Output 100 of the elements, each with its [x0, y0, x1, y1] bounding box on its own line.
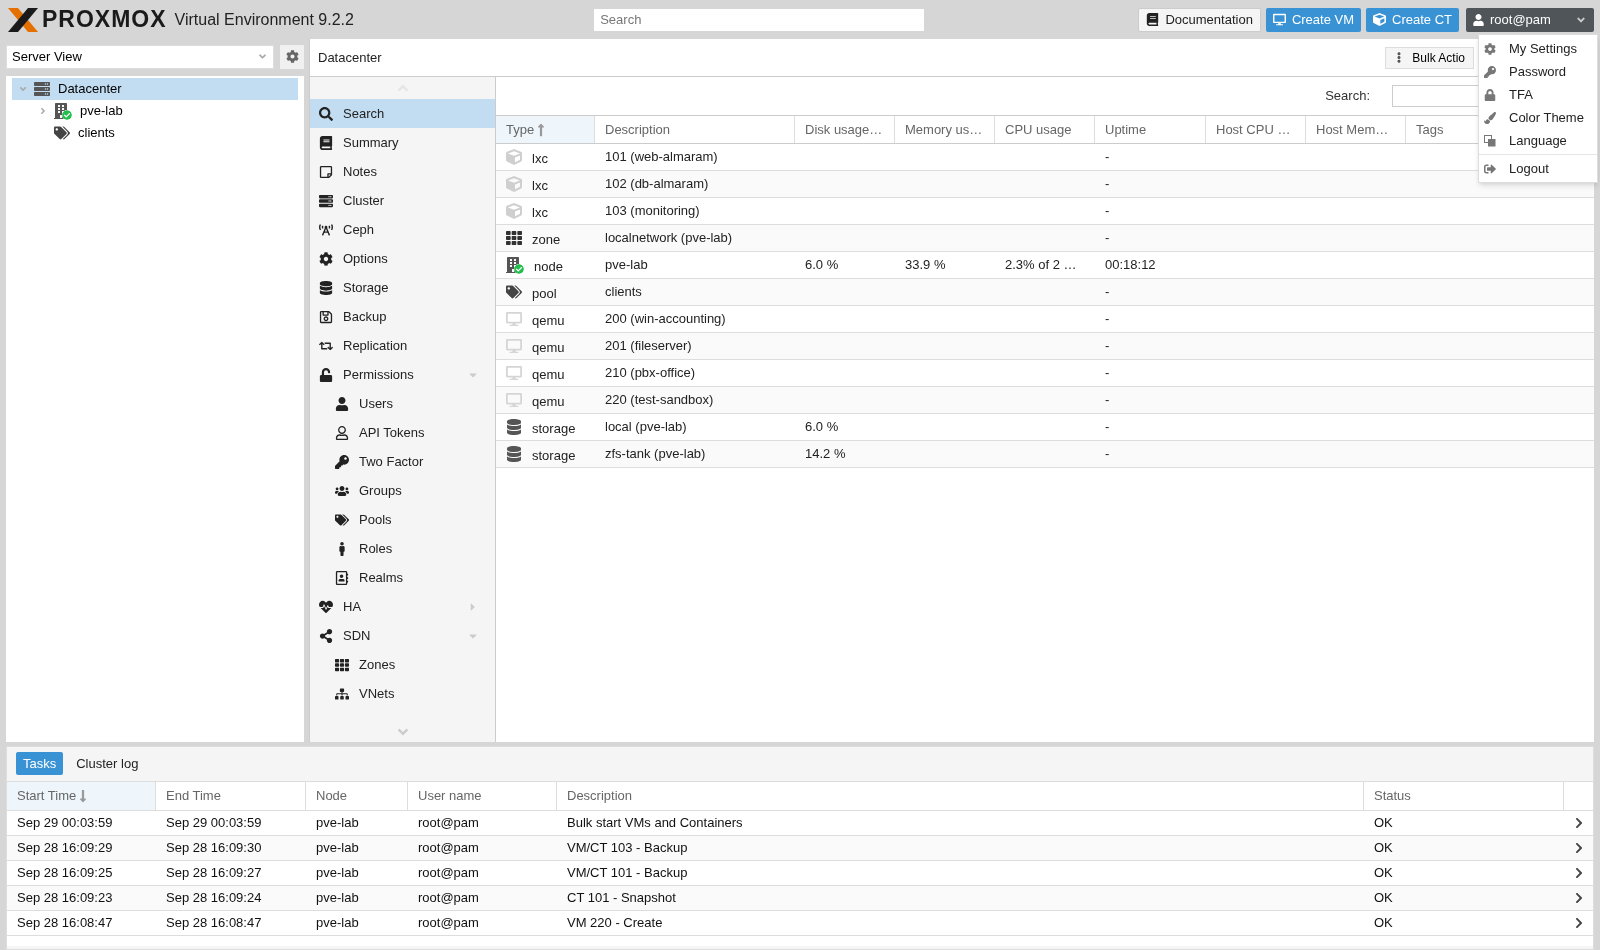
table-cell-text: 2.3% of 2 …	[1005, 256, 1077, 275]
nav-item[interactable]: Ceph	[310, 215, 495, 244]
table-cell-text: pve-lab	[316, 914, 359, 933]
column-header[interactable]: Node	[306, 782, 408, 810]
table-cell-text: 103 (monitoring)	[605, 202, 700, 221]
table-cell-text: -	[1105, 337, 1110, 356]
tags-icon	[335, 512, 349, 527]
nav-item[interactable]: VNets	[310, 679, 495, 708]
documentation-button[interactable]: Documentation	[1138, 7, 1261, 32]
table-cell-text: root@pam	[418, 889, 479, 908]
panel-title: Datacenter	[318, 48, 383, 67]
nav-item[interactable]: Storage	[310, 273, 495, 302]
nav-item[interactable]: Options	[310, 244, 495, 273]
chevron-right-icon[interactable]	[1574, 842, 1584, 854]
nav-item[interactable]: HA	[310, 592, 495, 621]
book-icon	[1146, 13, 1160, 26]
server-stack-icon	[319, 193, 333, 208]
settings-icon	[285, 50, 299, 63]
table-cell-text: 201 (fileserver)	[605, 337, 692, 356]
share-icon	[319, 628, 333, 643]
expander-icon[interactable]	[38, 106, 48, 116]
search-field[interactable]: Search	[594, 8, 925, 31]
nav-item[interactable]: Realms	[310, 563, 495, 592]
chevron-right-icon[interactable]	[1574, 867, 1584, 879]
table-cell-text: OK	[1374, 889, 1393, 908]
nav-item[interactable]: Cluster	[310, 186, 495, 215]
logo-icon	[6, 5, 40, 34]
nav-item[interactable]: Pools	[310, 505, 495, 534]
table-cell-text: -	[1105, 418, 1110, 437]
cube-icon	[506, 149, 522, 165]
tree-item[interactable]: Datacenter	[12, 78, 298, 100]
nav-item[interactable]: Roles	[310, 534, 495, 563]
chevron-right-icon[interactable]	[1574, 892, 1584, 904]
view-select[interactable]: Server View	[6, 44, 274, 69]
server-icon	[506, 256, 524, 274]
nav-item[interactable]: Replication	[310, 331, 495, 360]
nav-item[interactable]: Zones	[310, 650, 495, 679]
table-cell-text: Sep 28 16:09:30	[166, 839, 262, 858]
type-cell-text: lxc	[532, 176, 548, 195]
table-cell-text: CT 101 - Snapshot	[567, 889, 676, 908]
expander-icon[interactable]	[18, 84, 28, 94]
database-icon	[506, 446, 522, 462]
nav-item[interactable]: Search	[310, 99, 495, 128]
table-cell-text: -	[1105, 175, 1110, 194]
table-cell-text: OK	[1374, 814, 1393, 833]
nav-item[interactable]: Notes	[310, 157, 495, 186]
column-header[interactable]: CPU usage	[995, 116, 1095, 143]
column-header[interactable]: Description	[557, 782, 1364, 810]
nav-item[interactable]: SDN	[310, 621, 495, 650]
table-cell-text: pve-lab	[316, 814, 359, 833]
user-menu-button[interactable]: root@pam	[1466, 7, 1594, 32]
column-header[interactable]: Host Mem…	[1306, 116, 1406, 143]
column-header[interactable]: User name	[408, 782, 557, 810]
column-header[interactable]: Start Time	[7, 782, 156, 810]
type-cell-text: storage	[532, 419, 576, 438]
nav-item[interactable]: Permissions	[310, 360, 495, 389]
menu-item[interactable]: My Settings	[1479, 37, 1597, 60]
table-cell-text: VM/CT 103 - Backup	[567, 839, 688, 858]
table-cell-text: zfs-tank (pve-lab)	[605, 445, 706, 464]
settings-button[interactable]	[280, 44, 304, 69]
nav-item[interactable]: Groups	[310, 476, 495, 505]
nav-item[interactable]: API Tokens	[310, 418, 495, 447]
table-cell-text: -	[1105, 148, 1110, 167]
table-cell-text: -	[1105, 391, 1110, 410]
column-header[interactable]: End Time	[156, 782, 306, 810]
table-cell-text: 6.0 %	[805, 418, 839, 437]
table-cell-text: 102 (db-almaram)	[605, 175, 709, 194]
menu-item[interactable]: Password	[1479, 60, 1597, 83]
server-stack-icon	[34, 81, 50, 97]
nav-item[interactable]: Users	[310, 389, 495, 418]
chevron-right-icon[interactable]	[1574, 817, 1584, 829]
chevron-right-icon[interactable]	[1574, 917, 1584, 929]
table-cell-text: pve-lab	[605, 256, 648, 275]
nav-item[interactable]: Two Factor	[310, 447, 495, 476]
table-cell-text: Sep 28 16:09:23	[17, 889, 113, 908]
column-header[interactable]: Disk usage…	[795, 116, 895, 143]
column-header[interactable]: Type	[496, 116, 595, 143]
table-cell-text: root@pam	[418, 814, 479, 833]
chevron-down-icon	[257, 51, 268, 62]
tree-item[interactable]: clients	[12, 122, 298, 144]
column-header[interactable]: Uptime	[1095, 116, 1206, 143]
cube-icon	[506, 203, 522, 219]
table-cell-text: Sep 28 16:09:29	[17, 839, 113, 858]
table-cell-text: Sep 28 16:09:24	[166, 889, 262, 908]
table-cell-text: -	[1105, 283, 1110, 302]
menu-item[interactable]: TFA	[1479, 83, 1597, 106]
column-header[interactable]: Description	[595, 116, 795, 143]
menu-item[interactable]: Logout	[1479, 157, 1597, 180]
type-cell-text: zone	[532, 230, 561, 249]
nav-item[interactable]: Summary	[310, 128, 495, 157]
column-header[interactable]: Memory us…	[895, 116, 995, 143]
monitor-icon	[506, 338, 522, 354]
nav-item[interactable]: Backup	[310, 302, 495, 331]
tab[interactable]: Cluster log	[69, 752, 146, 776]
column-header[interactable]: Host CPU …	[1206, 116, 1306, 143]
tree-item[interactable]: pve-lab	[12, 100, 298, 122]
product-title: Virtual Environment 9.2.2	[174, 9, 354, 30]
column-header[interactable]: Status	[1364, 782, 1564, 810]
table-cell-text: localnetwork (pve-lab)	[605, 229, 733, 248]
bulk-actions-button[interactable]: Bulk Actio	[1385, 46, 1474, 69]
